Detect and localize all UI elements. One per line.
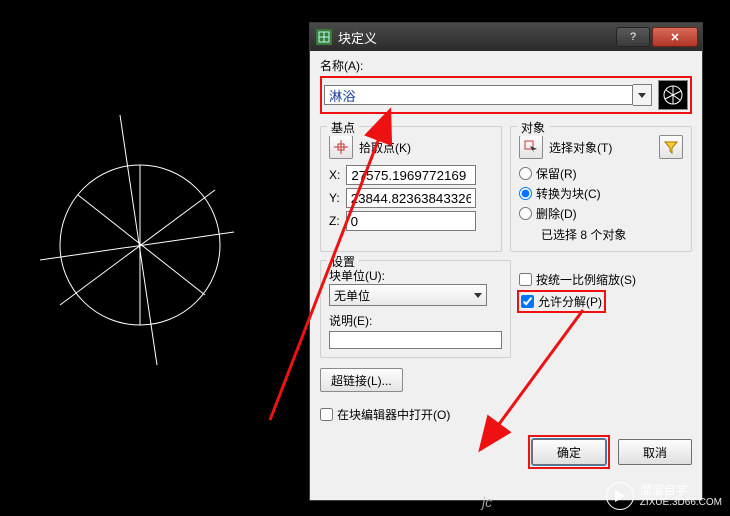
chevron-down-icon	[474, 293, 482, 298]
cad-canvas	[0, 0, 320, 516]
y-input[interactable]	[346, 188, 476, 208]
quick-select-button[interactable]	[659, 135, 683, 159]
selection-status: 已选择 8 个对象	[541, 226, 683, 243]
allow-explode-checkbox[interactable]	[521, 295, 534, 308]
convert-label: 转换为块(C)	[536, 185, 601, 202]
block-unit-select[interactable]: 无单位	[329, 284, 487, 306]
scale-uniform-row[interactable]: 按统一比例缩放(S)	[519, 271, 692, 288]
titlebar[interactable]: 块定义 ? ✕	[310, 23, 702, 51]
dialog-title: 块定义	[338, 28, 614, 47]
app-icon	[316, 29, 332, 45]
play-icon	[606, 482, 634, 510]
allow-explode-row[interactable]: 允许分解(P)	[519, 291, 692, 312]
open-in-editor-row[interactable]: 在块编辑器中打开(O)	[320, 406, 692, 423]
y-label: Y:	[329, 191, 340, 205]
select-icon	[524, 140, 538, 154]
watermark-name: 溜溜自学	[640, 484, 722, 497]
z-label: Z:	[329, 214, 340, 228]
retain-label: 保留(R)	[536, 165, 577, 182]
select-objects-button[interactable]	[519, 135, 543, 159]
close-button[interactable]: ✕	[652, 27, 698, 47]
x-input[interactable]	[346, 165, 476, 185]
watermark: 溜溜自学 ZIXUE.3D66.COM	[606, 482, 722, 510]
chevron-down-icon	[638, 93, 646, 98]
objects-title: 对象	[517, 119, 549, 136]
name-label: 名称(A):	[320, 57, 692, 74]
objects-group: 对象 选择对象(T) 保留(R) 转换为块(C)	[510, 126, 692, 252]
block-name-input[interactable]	[324, 85, 633, 105]
block-unit-value: 无单位	[334, 287, 370, 304]
retain-radio-row[interactable]: 保留(R)	[519, 165, 683, 182]
filter-icon	[664, 140, 678, 154]
block-definition-dialog: 块定义 ? ✕ 名称(A): 基点 拾取点(K)	[309, 22, 703, 501]
convert-radio-row[interactable]: 转换为块(C)	[519, 185, 683, 202]
name-dropdown-button[interactable]	[633, 84, 652, 106]
cancel-button[interactable]: 取消	[618, 439, 692, 465]
ok-highlight: 确定	[528, 435, 610, 469]
jc-mark: jc	[482, 494, 492, 510]
settings-group: 设置 块单位(U): 无单位 说明(E):	[320, 260, 511, 358]
ok-button[interactable]: 确定	[532, 439, 606, 465]
base-point-group: 基点 拾取点(K) X: Y: Z:	[320, 126, 502, 252]
base-point-title: 基点	[327, 119, 359, 136]
z-input[interactable]	[346, 211, 476, 231]
retain-radio[interactable]	[519, 167, 532, 180]
hyperlink-button[interactable]: 超链接(L)...	[320, 368, 403, 392]
crosshair-icon	[334, 140, 348, 154]
description-input[interactable]	[329, 331, 502, 349]
x-label: X:	[329, 168, 340, 182]
name-field-highlight	[320, 76, 692, 114]
delete-radio-row[interactable]: 删除(D)	[519, 205, 683, 222]
delete-radio[interactable]	[519, 207, 532, 220]
scale-uniform-checkbox[interactable]	[519, 273, 532, 286]
open-in-editor-checkbox[interactable]	[320, 408, 333, 421]
allow-explode-label: 允许分解(P)	[538, 293, 602, 310]
scale-uniform-label: 按统一比例缩放(S)	[536, 271, 636, 288]
description-label: 说明(E):	[329, 312, 502, 329]
convert-radio[interactable]	[519, 187, 532, 200]
select-objects-label: 选择对象(T)	[549, 139, 612, 156]
settings-title: 设置	[327, 253, 359, 270]
pick-point-label: 拾取点(K)	[359, 139, 411, 156]
open-in-editor-label: 在块编辑器中打开(O)	[337, 406, 450, 423]
pick-point-button[interactable]	[329, 135, 353, 159]
delete-label: 删除(D)	[536, 205, 577, 222]
watermark-url: ZIXUE.3D66.COM	[640, 497, 722, 508]
block-preview	[658, 80, 688, 110]
help-button[interactable]: ?	[616, 27, 650, 47]
